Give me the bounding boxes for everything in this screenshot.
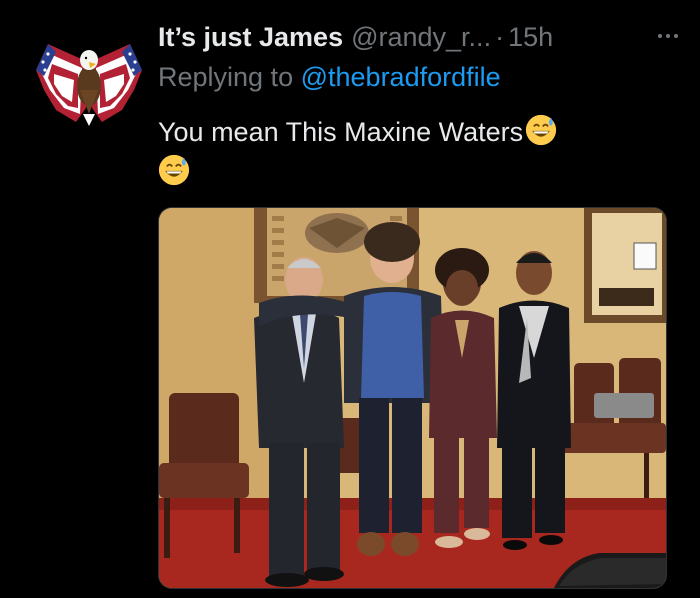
separator-dot: · — [495, 22, 505, 52]
tweet-body: You mean This Maxine Waters — [158, 117, 524, 147]
tweet-header: It’s just James @randy_r... · 15h — [158, 20, 680, 54]
more-options-button[interactable] — [654, 24, 682, 48]
tweet-photo[interactable] — [158, 207, 667, 589]
timestamp[interactable]: 15h — [508, 20, 553, 54]
reply-target-link[interactable]: @thebradfordfile — [301, 62, 501, 92]
ellipsis-icon — [658, 34, 662, 38]
avatar[interactable] — [30, 18, 148, 136]
photo-image — [159, 208, 666, 588]
grinning-face-with-sweat-icon — [158, 154, 190, 186]
tweet: It’s just James @randy_r... · 15h Replyi… — [0, 0, 700, 598]
tweet-text: You mean This Maxine Waters — [158, 112, 678, 192]
grinning-face-with-sweat-icon — [526, 114, 557, 146]
user-handle[interactable]: @randy_r... — [351, 20, 491, 54]
ellipsis-dot — [674, 34, 678, 38]
display-name[interactable]: It’s just James — [158, 20, 343, 54]
replying-prefix: Replying to — [158, 62, 294, 92]
ellipsis-dot — [666, 34, 670, 38]
eagle-flag-icon — [30, 18, 148, 136]
replying-to: Replying to @thebradfordfile — [158, 60, 501, 94]
